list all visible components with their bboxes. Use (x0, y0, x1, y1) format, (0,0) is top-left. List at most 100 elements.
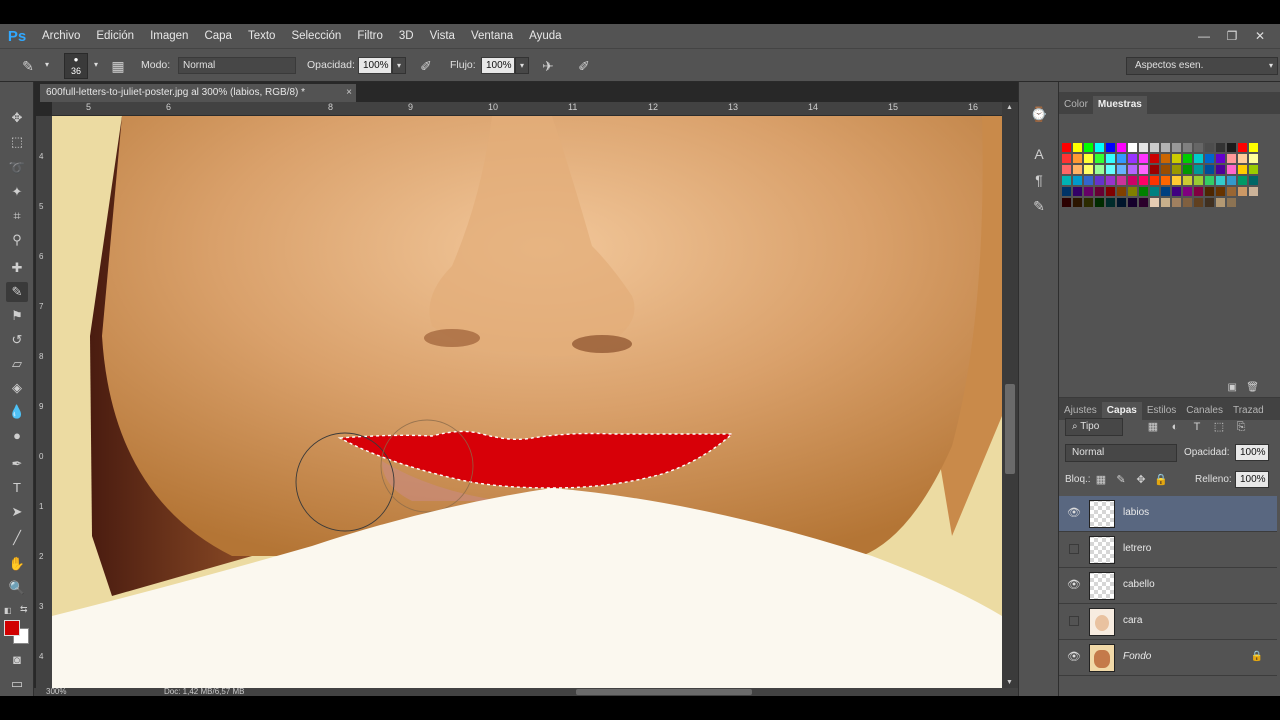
color-swatch[interactable] (1248, 186, 1259, 197)
marquee-tool-icon[interactable]: ⬚ (6, 132, 28, 152)
visibility-toggle-off[interactable] (1069, 616, 1079, 626)
quick-mask-icon[interactable]: ◙ (6, 650, 28, 670)
layer-row-letrero[interactable]: letrero (1059, 532, 1277, 568)
color-swatch[interactable] (1072, 197, 1083, 208)
color-swatch[interactable] (1237, 164, 1248, 175)
color-swatch[interactable] (1149, 153, 1160, 164)
fill-input[interactable]: 100% (1235, 471, 1269, 488)
color-swatch[interactable] (1237, 153, 1248, 164)
tab-color[interactable]: Color (1059, 96, 1093, 114)
tab-trazados[interactable]: Trazad (1228, 402, 1269, 420)
color-swatch[interactable] (1083, 175, 1094, 186)
tab-canales[interactable]: Canales (1181, 402, 1228, 420)
pressure-opacity-icon[interactable]: ✐ (416, 56, 436, 76)
type-tool-icon[interactable]: T (6, 478, 28, 498)
color-swatch[interactable] (1182, 142, 1193, 153)
color-swatch[interactable] (1204, 186, 1215, 197)
path-selection-tool-icon[interactable]: ➤ (6, 502, 28, 522)
color-swatch[interactable] (1215, 153, 1226, 164)
color-swatch[interactable] (1116, 153, 1127, 164)
lock-transparent-icon[interactable]: ▦ (1093, 472, 1109, 488)
color-swatch[interactable] (1061, 142, 1072, 153)
color-swatch[interactable] (1094, 153, 1105, 164)
color-swatch[interactable] (1138, 186, 1149, 197)
eraser-tool-icon[interactable]: ▱ (6, 354, 28, 374)
lock-image-icon[interactable]: ✎ (1113, 472, 1129, 488)
menu-ayuda[interactable]: Ayuda (521, 24, 569, 48)
color-swatch[interactable] (1094, 164, 1105, 175)
color-swatch[interactable] (1061, 153, 1072, 164)
color-swatch[interactable] (1171, 164, 1182, 175)
color-swatch[interactable] (1182, 186, 1193, 197)
color-swatch[interactable] (1226, 164, 1237, 175)
color-swatch[interactable] (1171, 197, 1182, 208)
color-swatch[interactable] (1248, 164, 1259, 175)
vertical-scrollbar[interactable]: ▲ ▼ (1002, 102, 1018, 688)
zoom-level[interactable]: 300% (46, 687, 66, 696)
visibility-toggle-off[interactable] (1069, 544, 1079, 554)
color-swatch[interactable] (1160, 197, 1171, 208)
color-swatch[interactable] (1226, 197, 1237, 208)
filter-shape-icon[interactable]: ⬚ (1211, 419, 1227, 435)
filter-adjustment-icon[interactable]: ◐ (1167, 419, 1183, 435)
color-swatch[interactable] (1149, 175, 1160, 186)
pen-tool-icon[interactable]: ✒ (6, 454, 28, 474)
eyedropper-tool-icon[interactable]: ⚲ (6, 230, 28, 250)
color-swatch[interactable] (1149, 142, 1160, 153)
paragraph-panel-icon[interactable]: ¶ (1029, 170, 1049, 190)
color-swatch[interactable] (1226, 142, 1237, 153)
layer-row-fondo[interactable]: 👁 Fondo 🔒 (1059, 640, 1277, 676)
color-swatch[interactable] (1171, 175, 1182, 186)
color-swatch[interactable] (1061, 197, 1072, 208)
menu-seleccion[interactable]: Selección (283, 24, 349, 48)
layer-opacity-input[interactable]: 100% (1235, 444, 1269, 461)
color-swatch[interactable] (1182, 197, 1193, 208)
preset-dropdown-arrow[interactable]: ▾ (40, 57, 54, 74)
color-swatch[interactable] (1226, 153, 1237, 164)
lasso-tool-icon[interactable]: ➰ (6, 158, 28, 178)
healing-brush-tool-icon[interactable]: ✚ (6, 258, 28, 278)
color-swatch[interactable] (1083, 186, 1094, 197)
color-swatch[interactable] (1248, 153, 1259, 164)
color-swatch[interactable] (1182, 153, 1193, 164)
brush-tool-icon[interactable]: ✎ (6, 282, 28, 302)
visibility-eye-icon[interactable]: 👁 (1067, 506, 1081, 520)
color-swatch[interactable] (1193, 142, 1204, 153)
color-swatch[interactable] (1204, 153, 1215, 164)
color-swatch[interactable] (1127, 164, 1138, 175)
menu-archivo[interactable]: Archivo (34, 24, 88, 48)
menu-imagen[interactable]: Imagen (142, 24, 196, 48)
color-swatch[interactable] (1105, 186, 1116, 197)
filter-type-icon[interactable]: T (1189, 419, 1205, 435)
color-swatch[interactable] (1116, 175, 1127, 186)
color-swatch[interactable] (1072, 142, 1083, 153)
default-colors-icon[interactable]: ◧ (4, 606, 12, 615)
tab-muestras[interactable]: Muestras (1092, 96, 1147, 114)
color-swatch[interactable] (1237, 142, 1248, 153)
color-swatch[interactable] (1116, 197, 1127, 208)
color-swatch[interactable] (1083, 197, 1094, 208)
color-swatch[interactable] (1171, 153, 1182, 164)
horizontal-scroll-thumb[interactable] (576, 689, 752, 695)
menu-filtro[interactable]: Filtro (349, 24, 391, 48)
color-swatch[interactable] (1149, 164, 1160, 175)
color-swatch[interactable] (1204, 175, 1215, 186)
blend-mode-select[interactable]: Normal (1065, 444, 1177, 462)
color-swatch[interactable] (1193, 186, 1204, 197)
filter-smart-object-icon[interactable]: ⎘ (1233, 419, 1249, 435)
menu-edicion[interactable]: Edición (88, 24, 142, 48)
color-swatch[interactable] (1083, 153, 1094, 164)
hand-tool-icon[interactable]: ✋ (6, 554, 28, 574)
opacity-dropdown-arrow[interactable]: ▾ (392, 57, 406, 74)
color-swatch[interactable] (1094, 186, 1105, 197)
line-tool-icon[interactable]: ╱ (6, 528, 28, 548)
history-panel-icon[interactable]: ⌚ (1029, 104, 1049, 124)
color-swatch[interactable] (1237, 175, 1248, 186)
color-swatch[interactable] (1182, 164, 1193, 175)
layer-row-cara[interactable]: cara (1059, 604, 1277, 640)
restore-button[interactable]: ❐ (1222, 28, 1242, 44)
color-swatch[interactable] (1105, 197, 1116, 208)
color-swatch[interactable] (1248, 175, 1259, 186)
scroll-down-icon[interactable]: ▼ (1006, 679, 1013, 686)
brush-size-dropdown-arrow[interactable]: ▾ (89, 57, 103, 74)
